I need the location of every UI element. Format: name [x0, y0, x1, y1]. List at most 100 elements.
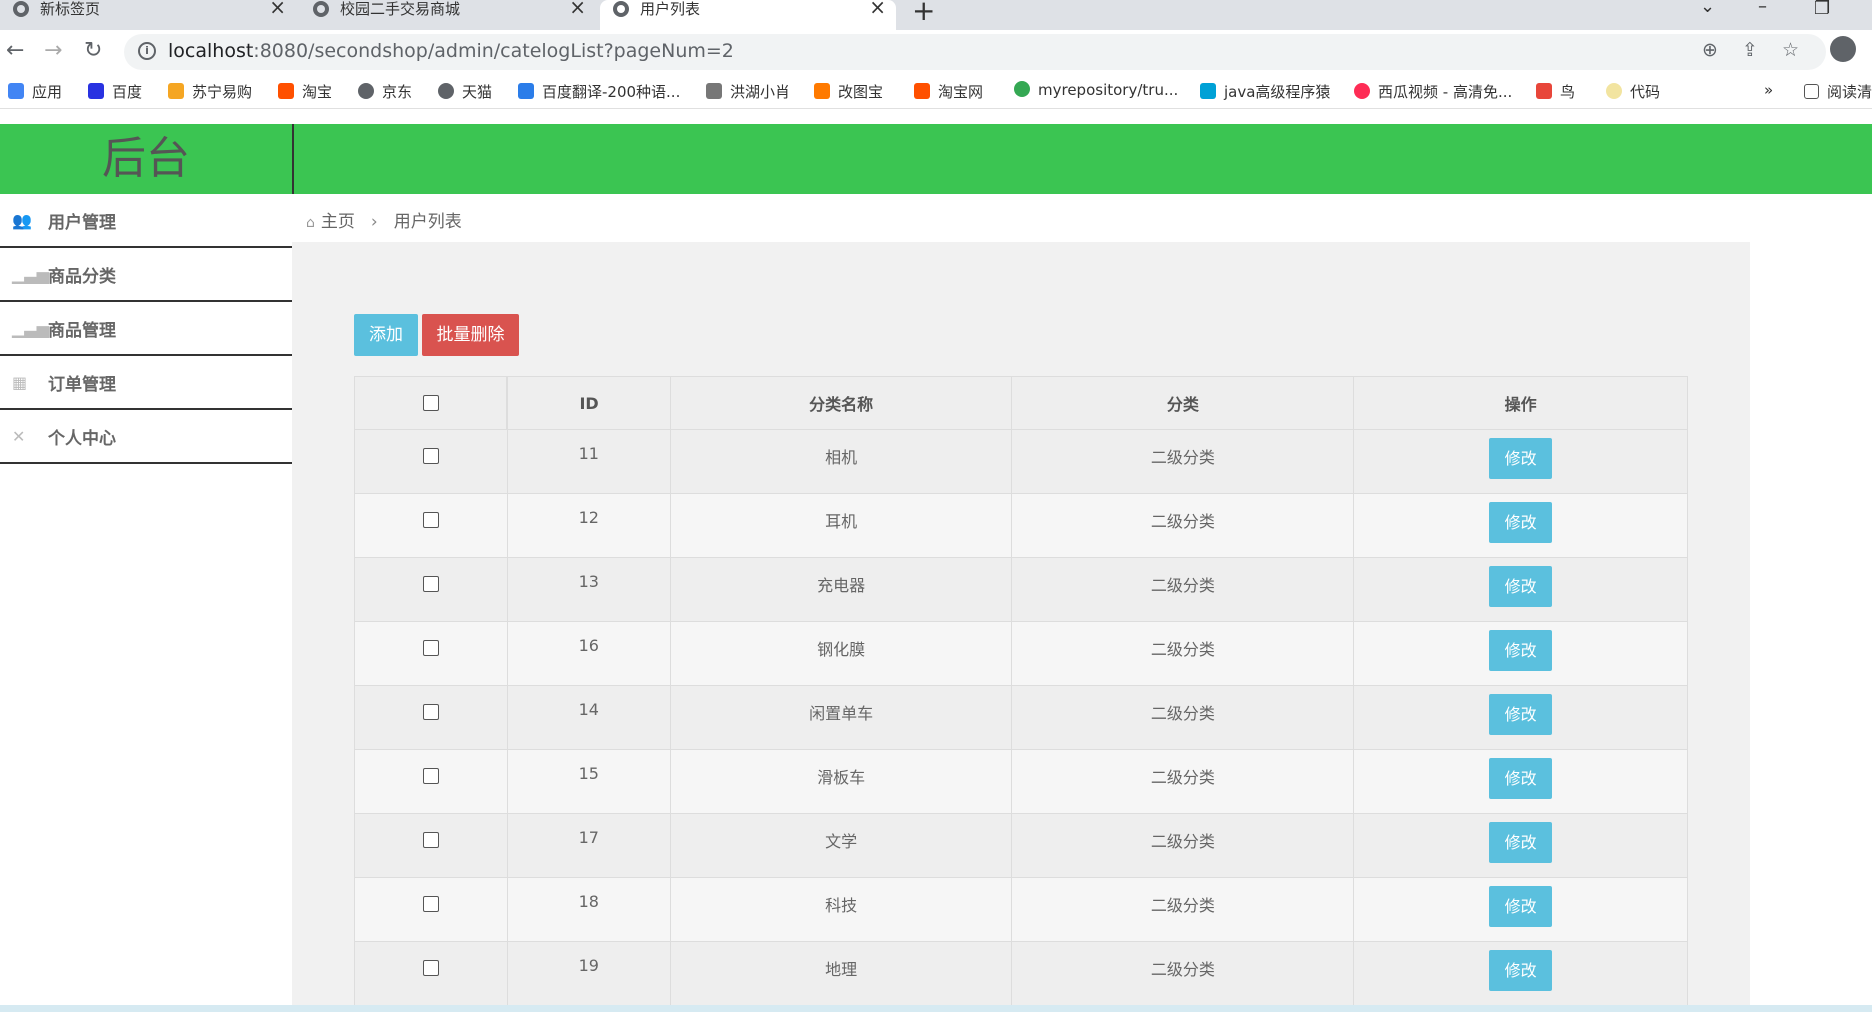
- bookmark-item[interactable]: myrepository/tru...: [1014, 81, 1178, 99]
- more-bookmarks-icon[interactable]: »: [1764, 81, 1773, 99]
- cell-type: 二级分类: [1011, 621, 1355, 686]
- select-all-checkbox[interactable]: [422, 395, 439, 411]
- sidebar-item-categories[interactable]: ▁▃▅ 商品分类: [0, 248, 292, 302]
- sidebar-item-goods[interactable]: ▁▃▅ 商品管理: [0, 302, 292, 356]
- add-button[interactable]: 添加: [354, 314, 418, 356]
- reading-list-icon: [1804, 84, 1819, 99]
- cell-id: 12: [506, 493, 671, 558]
- row-select-cell: [354, 685, 508, 750]
- table-row: 16 钢化膜 二级分类 修改: [354, 621, 1688, 686]
- star-icon[interactable]: ☆: [1782, 39, 1799, 61]
- edit-button[interactable]: 修改: [1489, 502, 1553, 543]
- baidu-icon: [88, 83, 104, 99]
- edit-button[interactable]: 修改: [1489, 758, 1553, 799]
- sidebar-item-profile[interactable]: ✕ 个人中心: [0, 410, 292, 464]
- row-checkbox[interactable]: [422, 832, 439, 848]
- bookmark-item[interactable]: 京东: [358, 81, 412, 102]
- sidebar-item-label: 用户管理: [48, 213, 116, 233]
- edit-button[interactable]: 修改: [1489, 886, 1553, 927]
- chrome-icon: [1014, 81, 1030, 97]
- sidebar-item-orders[interactable]: ▦ 订单管理: [0, 356, 292, 410]
- forward-icon[interactable]: →: [44, 38, 62, 63]
- row-checkbox[interactable]: [422, 704, 439, 720]
- zoom-icon[interactable]: ⊕: [1702, 39, 1718, 61]
- bookmark-item[interactable]: 洪湖小肖: [706, 81, 790, 102]
- tab-search-icon[interactable]: ⌄: [1700, 0, 1715, 17]
- bookmark-item[interactable]: 天猫: [438, 81, 492, 102]
- row-checkbox[interactable]: [422, 640, 439, 656]
- sidebar-item-label: 个人中心: [48, 429, 116, 449]
- column-header-id: ID: [506, 376, 671, 430]
- bookmark-item[interactable]: 改图宝: [814, 81, 883, 102]
- profile-avatar-icon[interactable]: [1830, 36, 1856, 62]
- translate-icon: [518, 83, 534, 99]
- bookmark-item[interactable]: 百度翻译-200种语...: [518, 81, 680, 102]
- taobao-icon: [914, 83, 930, 99]
- bookmark-item[interactable]: 鸟: [1536, 81, 1575, 102]
- cell-name: 钢化膜: [669, 621, 1013, 686]
- edit-button[interactable]: 修改: [1489, 438, 1553, 479]
- bookmark-item[interactable]: 百度: [88, 81, 142, 102]
- back-icon[interactable]: ←: [6, 38, 24, 63]
- new-tab-icon[interactable]: +: [912, 0, 935, 27]
- edit-button[interactable]: 修改: [1489, 694, 1553, 735]
- table-row: 18 科技 二级分类 修改: [354, 877, 1688, 942]
- table-header-row: ID 分类名称 分类 操作: [354, 376, 1688, 430]
- row-checkbox[interactable]: [422, 960, 439, 976]
- bookmark-item[interactable]: 应用: [8, 81, 62, 102]
- sidebar-item-users[interactable]: 👥 用户管理: [0, 194, 292, 248]
- minimize-icon[interactable]: –: [1758, 0, 1767, 17]
- browser-tab[interactable]: 校园二手交易商城 ×: [300, 0, 596, 30]
- url-text[interactable]: localhost:8080/secondshop/admin/catelogL…: [168, 40, 734, 62]
- cell-id: 19: [506, 941, 671, 1006]
- cell-actions: 修改: [1353, 749, 1688, 814]
- table-row: 17 文学 二级分类 修改: [354, 813, 1688, 878]
- breadcrumb-home[interactable]: 主页: [321, 212, 355, 232]
- sidebar-item-label: 订单管理: [48, 375, 116, 395]
- tab-title: 用户列表: [640, 0, 701, 18]
- close-icon[interactable]: ×: [869, 0, 886, 17]
- users-icon: 👥: [12, 211, 32, 230]
- breadcrumb-current: 用户列表: [393, 212, 462, 232]
- restore-icon[interactable]: ❐: [1814, 0, 1830, 19]
- chevron-right-icon: ›: [370, 212, 378, 232]
- bookmark-item[interactable]: java高级程序猿: [1200, 81, 1330, 102]
- edit-button[interactable]: 修改: [1489, 630, 1553, 671]
- browser-toolbar: ← → ↻ i localhost:8080/secondshop/admin/…: [0, 30, 1872, 72]
- row-checkbox[interactable]: [422, 448, 439, 464]
- row-checkbox[interactable]: [422, 512, 439, 528]
- address-bar[interactable]: i localhost:8080/secondshop/admin/catelo…: [124, 34, 1826, 70]
- column-header-actions: 操作: [1353, 376, 1688, 430]
- share-icon[interactable]: ⇪: [1742, 39, 1758, 61]
- globe-icon: [313, 1, 329, 17]
- browser-tab[interactable]: 新标签页 ×: [0, 0, 296, 30]
- bookmark-item[interactable]: 淘宝: [278, 81, 332, 102]
- sidebar-item-label: 商品管理: [48, 321, 116, 341]
- cell-name: 闲置单车: [669, 685, 1013, 750]
- bookmark-item[interactable]: 淘宝网: [914, 81, 983, 102]
- edit-button[interactable]: 修改: [1489, 566, 1553, 607]
- browser-tab-active[interactable]: 用户列表 ×: [600, 0, 896, 30]
- bird-icon: [1536, 83, 1552, 99]
- globe-icon: [358, 83, 374, 99]
- close-icon[interactable]: ×: [569, 0, 586, 17]
- bookmark-item[interactable]: 西瓜视频 - 高清免...: [1354, 81, 1512, 102]
- edit-button[interactable]: 修改: [1489, 950, 1553, 991]
- bookmark-item[interactable]: 代码: [1606, 81, 1660, 102]
- reading-list[interactable]: 阅读清: [1804, 81, 1872, 102]
- cell-type: 二级分类: [1011, 877, 1355, 942]
- cell-actions: 修改: [1353, 813, 1688, 878]
- info-icon[interactable]: i: [138, 42, 156, 60]
- reload-icon[interactable]: ↻: [84, 38, 102, 63]
- row-checkbox[interactable]: [422, 896, 439, 912]
- cell-type: 二级分类: [1011, 813, 1355, 878]
- bookmarks-bar: 应用 百度 苏宁易购 淘宝 京东 天猫 百度翻译-200种语... 洪湖小肖 改…: [0, 76, 1872, 109]
- row-checkbox[interactable]: [422, 768, 439, 784]
- bookmark-item[interactable]: 苏宁易购: [168, 81, 252, 102]
- close-icon[interactable]: ×: [269, 0, 286, 17]
- row-checkbox[interactable]: [422, 576, 439, 592]
- app-logo: 后台: [0, 124, 294, 194]
- edit-button[interactable]: 修改: [1489, 822, 1553, 863]
- row-select-cell: [354, 749, 508, 814]
- batch-delete-button[interactable]: 批量删除: [422, 314, 519, 356]
